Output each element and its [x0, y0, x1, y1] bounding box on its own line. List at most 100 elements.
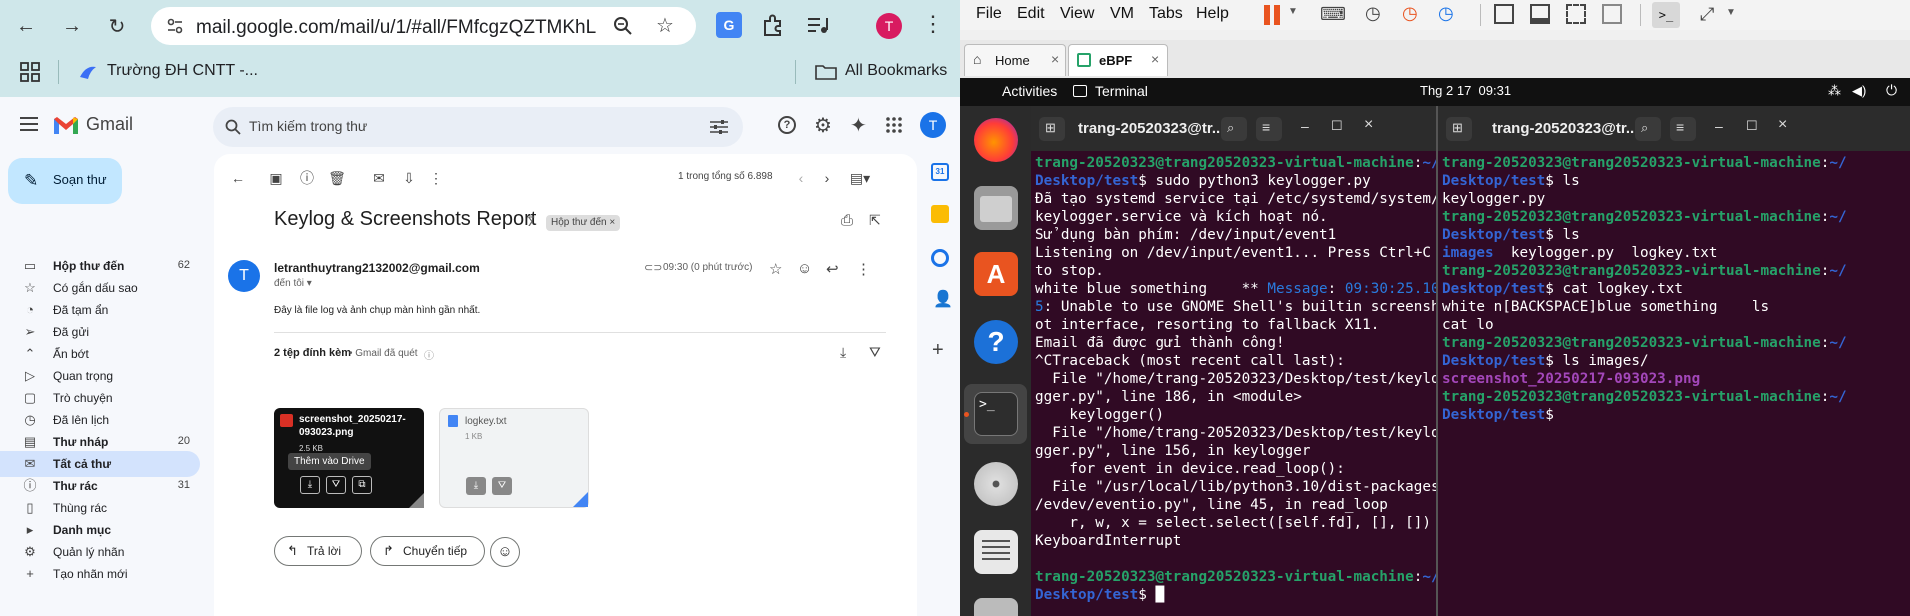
label-important-icon[interactable]: ⵢ	[527, 214, 535, 230]
more-icon[interactable]: ⋮	[856, 260, 871, 278]
settings-gear-icon[interactable]: ⚙	[814, 113, 832, 138]
terminal-window-right[interactable]: ⊞ trang-20520323@tr... ⌕ ≡ – ☐ × trang-2…	[1438, 106, 1910, 616]
trash-icon[interactable]	[974, 598, 1018, 616]
dvd-icon[interactable]	[974, 462, 1018, 506]
download-all-icon[interactable]: ⤓	[840, 344, 846, 361]
account-avatar[interactable]: T	[920, 112, 946, 138]
address-bar[interactable]: mail.google.com/mail/u/1/#all/FMfcgzQZTM…	[151, 7, 696, 45]
compose-button[interactable]: ✎ Soạn thư	[8, 158, 122, 204]
terminal-output[interactable]: trang-20520323@trang20520323-virtual-mac…	[1442, 154, 1847, 424]
snapshot-icon[interactable]: ◷	[1365, 3, 1381, 24]
sidebar-item[interactable]: + Tạo nhãn mới	[0, 561, 200, 587]
menu-edit[interactable]: Edit	[1017, 5, 1045, 23]
reply-button[interactable]: ↰ Trả lời	[274, 536, 362, 566]
tab-home[interactable]: ⌂ Home ×	[964, 44, 1066, 76]
more-options-icon[interactable]: ⋮	[426, 168, 446, 188]
minimize-icon[interactable]: –	[1715, 118, 1723, 134]
pause-icon[interactable]	[1264, 5, 1270, 25]
new-tab-icon[interactable]: ⊞	[1446, 117, 1472, 141]
all-bookmarks[interactable]: All Bookmarks	[845, 62, 947, 80]
emoji-react-icon[interactable]: ☺	[797, 260, 812, 277]
archive-icon[interactable]: ▣	[266, 168, 286, 188]
tab-ebpf[interactable]: eBPF ×	[1068, 44, 1168, 76]
thumbnail-bar-icon[interactable]	[1530, 4, 1550, 24]
close-icon[interactable]: ×	[1051, 51, 1059, 67]
power-icon[interactable]: ⏻	[1886, 82, 1897, 99]
input-tools-icon[interactable]: ▤▾	[847, 168, 873, 188]
star-icon[interactable]: ☆	[769, 260, 782, 278]
move-to-icon[interactable]: ⇩	[399, 168, 419, 188]
emoji-button[interactable]: ☺	[490, 537, 520, 567]
hamburger-menu-icon[interactable]: ≡	[1256, 117, 1282, 141]
minimize-icon[interactable]: –	[1301, 118, 1309, 134]
files-icon[interactable]	[974, 186, 1018, 230]
close-icon[interactable]: ×	[1364, 116, 1373, 134]
full-screen-icon[interactable]	[1566, 4, 1586, 24]
forward-button[interactable]: ↱ Chuyển tiếp	[370, 536, 485, 566]
maximize-icon[interactable]: ☐	[1746, 118, 1758, 134]
main-menu-icon[interactable]	[20, 117, 38, 131]
close-icon[interactable]: ×	[1151, 51, 1159, 67]
console-view-icon[interactable]: >_	[1652, 2, 1680, 28]
gemini-icon[interactable]: ✦	[850, 113, 867, 138]
show-library-icon[interactable]	[1494, 4, 1514, 24]
download-icon[interactable]: ⤓	[300, 476, 320, 494]
inbox-label-chip[interactable]: Hộp thư đến ×	[546, 215, 621, 231]
older-icon[interactable]: ›	[817, 168, 837, 188]
terminal-icon[interactable]: >_	[974, 392, 1018, 436]
reload-icon[interactable]: ↻	[102, 11, 132, 41]
new-tab-icon[interactable]: ⊞	[1039, 117, 1065, 141]
google-apps-icon[interactable]	[886, 117, 902, 133]
bookmark-star-icon[interactable]: ☆	[656, 13, 674, 38]
menu-tabs[interactable]: Tabs	[1149, 5, 1183, 23]
chrome-menu-icon[interactable]: ⋮	[922, 12, 944, 36]
stretch-dropdown-icon[interactable]: ▼	[1726, 7, 1736, 18]
tasks-icon[interactable]	[931, 249, 949, 267]
clock[interactable]: Thg 2 17 09:31	[1420, 83, 1511, 98]
reply-icon[interactable]: ↩	[826, 260, 839, 278]
save-to-photos-icon[interactable]: ⧉	[352, 476, 372, 494]
unity-icon[interactable]	[1602, 4, 1622, 24]
media-control-icon[interactable]	[806, 14, 830, 36]
help-icon[interactable]: ?	[974, 320, 1018, 364]
add-to-drive-icon[interactable]: ⛛	[326, 476, 346, 494]
revert-snapshot-icon[interactable]: ◷	[1402, 3, 1418, 24]
attachment-card-logkey[interactable]: logkey.txt 1 KB ⤓ ⛛	[439, 408, 589, 508]
terminal-output[interactable]: trang-20520323@trang20520323-virtual-mac…	[1035, 154, 1436, 604]
maximize-icon[interactable]: ☐	[1331, 118, 1343, 134]
gmail-logo-icon[interactable]	[53, 115, 79, 135]
get-addons-icon[interactable]: +	[932, 339, 944, 362]
translate-icon[interactable]: G	[716, 12, 742, 38]
newer-icon[interactable]: ‹	[791, 168, 811, 188]
close-icon[interactable]: ×	[1778, 116, 1787, 134]
print-icon[interactable]: ⎙	[841, 212, 853, 229]
back-to-list-icon[interactable]: ←	[228, 168, 248, 188]
app-menu[interactable]: Terminal	[1095, 83, 1148, 99]
open-new-window-icon[interactable]: ⇱	[869, 212, 881, 229]
report-spam-icon[interactable]: ⓘ	[297, 168, 317, 188]
terminal-window-left[interactable]: ⊞ trang-20520323@tr... ⌕ ≡ – ☐ × trang-2…	[1031, 106, 1436, 616]
hamburger-menu-icon[interactable]: ≡	[1670, 117, 1696, 141]
extensions-icon[interactable]	[760, 12, 786, 38]
keep-icon[interactable]	[931, 205, 949, 223]
apps-grid-icon[interactable]	[20, 62, 40, 82]
snapshot-manager-icon[interactable]: ◷	[1438, 3, 1454, 24]
contacts-icon[interactable]: 👤	[933, 289, 953, 309]
add-to-drive-icon[interactable]: ⛛	[492, 477, 512, 495]
firefox-icon[interactable]	[974, 118, 1018, 162]
download-icon[interactable]: ⤓	[466, 477, 486, 495]
bookmark-item[interactable]: Trường ĐH CNTT -...	[107, 62, 258, 80]
delete-icon[interactable]: 🗑	[327, 168, 347, 188]
url-text[interactable]: mail.google.com/mail/u/1/#all/FMfcgzQZTM…	[196, 17, 596, 39]
volume-icon[interactable]: ◀)	[1852, 83, 1866, 99]
profile-avatar[interactable]: T	[876, 13, 902, 39]
activities-button[interactable]: Activities	[1002, 83, 1057, 99]
zoom-icon[interactable]	[613, 16, 633, 36]
attachment-card-screenshot[interactable]: screenshot_20250217-093023.png 2.5 KB Th…	[274, 408, 424, 508]
info-icon[interactable]: ⓘ	[424, 347, 434, 362]
software-store-icon[interactable]: A	[974, 252, 1018, 296]
search-icon[interactable]: ⌕	[1221, 117, 1247, 141]
menu-file[interactable]: File	[976, 5, 1002, 23]
help-icon[interactable]: ?	[778, 116, 796, 134]
calendar-icon[interactable]: 31	[931, 163, 949, 181]
